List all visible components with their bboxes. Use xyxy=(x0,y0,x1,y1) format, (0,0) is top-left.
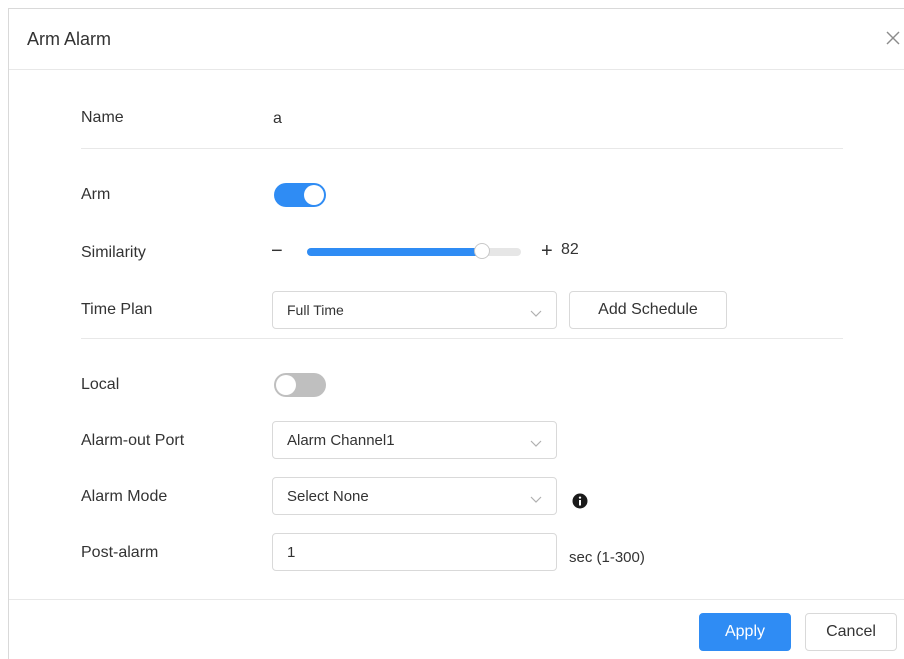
dialog-header: Arm Alarm xyxy=(9,9,904,70)
post-alarm-label: Post-alarm xyxy=(81,544,159,561)
alarm-out-port-select[interactable]: Alarm Channel1 xyxy=(272,421,557,459)
toggle-knob xyxy=(276,375,296,395)
similarity-label: Similarity xyxy=(81,244,146,261)
toggle-knob xyxy=(304,185,324,205)
alarm-mode-select[interactable]: Select None xyxy=(272,477,557,515)
footer-divider xyxy=(9,599,904,600)
time-plan-select[interactable]: Full Time xyxy=(272,291,557,329)
apply-button[interactable]: Apply xyxy=(699,613,791,651)
time-plan-label: Time Plan xyxy=(81,301,153,318)
arm-label: Arm xyxy=(81,186,111,203)
name-label: Name xyxy=(81,109,124,126)
similarity-increase-button[interactable]: + xyxy=(541,241,553,261)
chevron-down-icon xyxy=(530,305,542,323)
dialog-title: Arm Alarm xyxy=(27,29,112,49)
name-value: a xyxy=(273,110,282,127)
local-label: Local xyxy=(81,376,120,393)
post-alarm-unit: sec (1-300) xyxy=(569,549,645,566)
divider xyxy=(81,338,843,339)
time-plan-selected: Full Time xyxy=(287,302,344,318)
add-schedule-button[interactable]: Add Schedule xyxy=(569,291,727,329)
cancel-button[interactable]: Cancel xyxy=(805,613,897,651)
alarm-out-port-label: Alarm-out Port xyxy=(81,432,185,449)
local-toggle[interactable] xyxy=(274,373,326,397)
similarity-slider[interactable] xyxy=(307,243,521,259)
alarm-mode-selected: Select None xyxy=(287,488,369,505)
chevron-down-icon xyxy=(530,491,542,509)
info-icon[interactable] xyxy=(572,493,588,514)
slider-fill xyxy=(307,248,483,256)
alarm-out-port-selected: Alarm Channel1 xyxy=(287,432,395,449)
alarm-mode-label: Alarm Mode xyxy=(81,488,168,505)
similarity-decrease-button[interactable]: − xyxy=(271,241,283,261)
arm-toggle[interactable] xyxy=(274,183,326,207)
arm-alarm-dialog: Arm Alarm Name a Arm Similarity − + 82 T… xyxy=(8,8,904,659)
similarity-value: 82 xyxy=(561,241,579,258)
close-icon[interactable] xyxy=(882,27,904,49)
divider xyxy=(81,148,843,149)
post-alarm-input[interactable] xyxy=(272,533,557,571)
slider-thumb[interactable] xyxy=(474,243,491,259)
chevron-down-icon xyxy=(530,435,542,453)
